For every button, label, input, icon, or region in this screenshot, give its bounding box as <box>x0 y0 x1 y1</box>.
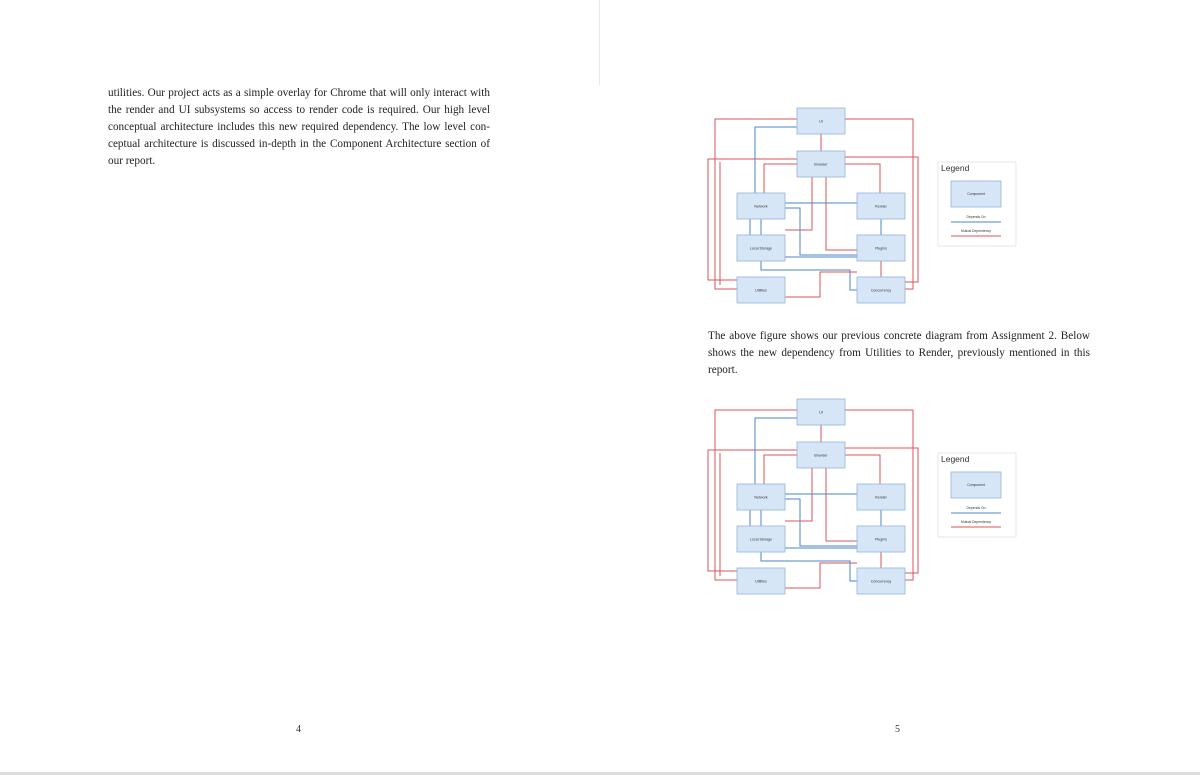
mutual-dependency-line <box>763 454 797 484</box>
architecture-diagram-new: UI Browser Network Render Local Storage Plugi… <box>700 391 1020 595</box>
component-label: Plugins <box>875 537 887 541</box>
text-line: report. <box>708 364 738 376</box>
text-line: The above figure shows our previous conc… <box>708 330 1090 342</box>
component-label: Browser <box>814 162 828 166</box>
legend-mutual-label: Mutual Dependency <box>961 520 991 524</box>
legend-title: Legend <box>941 454 970 464</box>
component-label: Concurrency <box>871 288 892 292</box>
page-number: 4 <box>296 724 301 735</box>
left-page-paragraph: utilities. Our project acts as a simple … <box>108 85 490 170</box>
component-label: Render <box>875 204 888 208</box>
component-label: Plugins <box>875 246 887 250</box>
legend-component-label: Component <box>967 483 985 487</box>
mutual-dependency-line <box>825 177 857 251</box>
component-label: UI <box>819 119 823 123</box>
dependency-line <box>785 498 857 547</box>
component-label: Local Storage <box>750 246 772 250</box>
left-page: utilities. Our project acts as a simple … <box>0 0 599 770</box>
text-line: our report. <box>108 155 156 167</box>
mutual-dependency-line <box>845 163 881 193</box>
dependency-line <box>754 126 797 193</box>
page-number: 5 <box>895 724 900 735</box>
text-line: conceptual architecture includes this ne… <box>108 121 490 133</box>
caption-paragraph: The above figure shows our previous conc… <box>708 328 1090 379</box>
component-label: Utilities <box>755 579 767 583</box>
dependency-line <box>785 207 857 256</box>
mutual-dependency-line <box>763 163 797 193</box>
architecture-diagram-previous: UI Browser Network Render Local Storage Plugi… <box>700 100 1020 304</box>
text-line: the render and UI subsystems so access t… <box>108 104 490 116</box>
dependency-line <box>754 417 797 484</box>
text-line: utilities. Our project acts as a simple … <box>108 87 490 99</box>
legend-mutual-label: Mutual Dependency <box>961 229 991 233</box>
component-label: Render <box>875 495 888 499</box>
component-label: Concurrency <box>871 579 892 583</box>
component-label: Browser <box>814 453 828 457</box>
text-line: ceptual architecture is discussed in-dep… <box>108 138 490 150</box>
mutual-dependency-line <box>785 562 857 589</box>
component-label: Network <box>754 495 767 499</box>
text-line: shows the new dependency from Utilities … <box>708 347 1090 359</box>
component-label: UI <box>819 410 823 414</box>
legend-depends-label: Depends On <box>966 215 985 219</box>
mutual-dependency-line <box>845 454 881 484</box>
legend-depends-label: Depends On <box>966 506 985 510</box>
legend-title: Legend <box>941 163 970 173</box>
mutual-dependency-line <box>707 158 797 281</box>
component-label: Local Storage <box>750 537 772 541</box>
component-label: Utilities <box>755 288 767 292</box>
legend-component-label: Component <box>967 192 985 196</box>
mutual-dependency-line <box>707 449 797 572</box>
mutual-dependency-line <box>785 271 857 298</box>
component-label: Network <box>754 204 767 208</box>
right-page: UI Browser Network Render Local Storage Plugi… <box>600 0 1200 770</box>
mutual-dependency-line <box>825 468 857 542</box>
